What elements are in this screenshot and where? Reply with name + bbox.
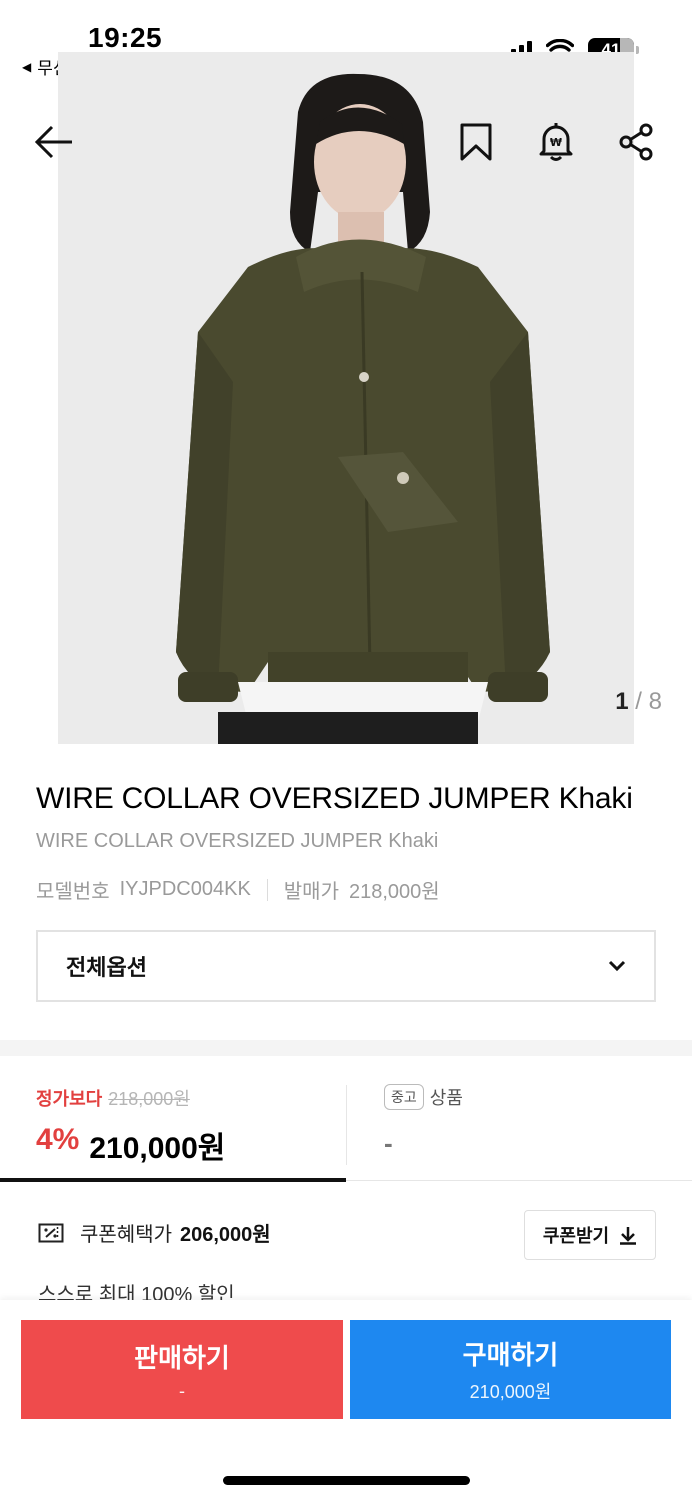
get-coupon-label: 쿠폰받기 (542, 1226, 610, 1246)
new-price-tab[interactable]: 정가보다 218,000원 4% 210,000원 (36, 1085, 225, 1167)
current-price-row: 4% 210,000원 (36, 1123, 225, 1167)
option-selector-label: 전체옵션 (66, 955, 147, 980)
back-triangle-icon: ◀ (22, 59, 32, 74)
back-arrow-icon (34, 125, 72, 159)
product-subtitle: WIRE COLLAR OVERSIZED JUMPER Khaki (36, 830, 439, 852)
coupon-price: 206,000원 (180, 1224, 271, 1246)
coupon-label: 쿠폰혜택가 (80, 1224, 172, 1246)
promo-peek-text: 스스로 최대 100% 할인 (38, 1284, 235, 1300)
compare-label: 정가보다 (36, 1089, 103, 1109)
download-icon (620, 1227, 637, 1245)
current-price: 210,000원 (89, 1132, 226, 1165)
product-title: WIRE COLLAR OVERSIZED JUMPER Khaki (36, 782, 633, 815)
model-number-value: IYJPDC004KK (119, 878, 251, 900)
product-meta: 모델번호 IYJPDC004KK 발매가 218,000원 (36, 875, 440, 904)
tab-underline (346, 1180, 692, 1181)
status-time: 19:25 (88, 22, 163, 53)
image-page-indicator: 1 / 8 (615, 688, 662, 716)
option-selector[interactable]: 전체옵션 (36, 930, 656, 1002)
buy-button-price: 210,000원 (469, 1382, 552, 1402)
image-current-index: 1 (615, 688, 629, 715)
used-price-tab[interactable]: 중고 상품 - (384, 1084, 463, 1159)
used-label-row: 중고 상품 (384, 1084, 463, 1110)
buy-button[interactable]: 구매하기 210,000원 (350, 1320, 671, 1419)
release-price-label: 발매가 (283, 881, 339, 903)
buy-button-label: 구매하기 (462, 1341, 559, 1371)
sell-button-price: - (179, 1380, 185, 1401)
image-total: 8 (648, 688, 662, 715)
share-button[interactable] (614, 120, 658, 164)
active-tab-indicator (0, 1178, 346, 1182)
coupon-icon (38, 1223, 64, 1242)
meta-divider (266, 878, 268, 901)
price-comparison: 정가보다 218,000원 (36, 1085, 225, 1111)
sell-button-label: 판매하기 (134, 1343, 230, 1374)
price-divider (346, 1085, 347, 1165)
release-price-value: 218,000원 (348, 881, 440, 903)
sell-button[interactable]: 판매하기 - (21, 1320, 343, 1419)
promo-row-peek: 스스로 최대 100% 할인 (38, 1284, 235, 1300)
price-alert-bell-icon: ₩ (539, 123, 573, 161)
coupon-benefit-row: 쿠폰혜택가 206,000원 (38, 1218, 271, 1247)
section-divider (0, 1040, 692, 1056)
bookmark-icon (460, 123, 492, 161)
discount-percent: 4% (36, 1123, 80, 1156)
home-indicator[interactable] (223, 1476, 470, 1485)
used-label: 상품 (429, 1088, 463, 1108)
bookmark-button[interactable] (454, 120, 498, 164)
get-coupon-button[interactable]: 쿠폰받기 (524, 1210, 656, 1260)
share-icon (619, 123, 653, 161)
price-alert-button[interactable]: ₩ (534, 120, 578, 164)
model-number-label: 모델번호 (36, 881, 110, 903)
back-button[interactable] (32, 120, 76, 164)
original-price: 218,000원 (108, 1089, 190, 1109)
image-index-separator: / (635, 688, 642, 715)
chevron-down-icon (608, 960, 626, 972)
used-badge: 중고 (384, 1084, 424, 1110)
svg-text:₩: ₩ (550, 136, 562, 149)
used-price-value: - (384, 1128, 393, 1158)
